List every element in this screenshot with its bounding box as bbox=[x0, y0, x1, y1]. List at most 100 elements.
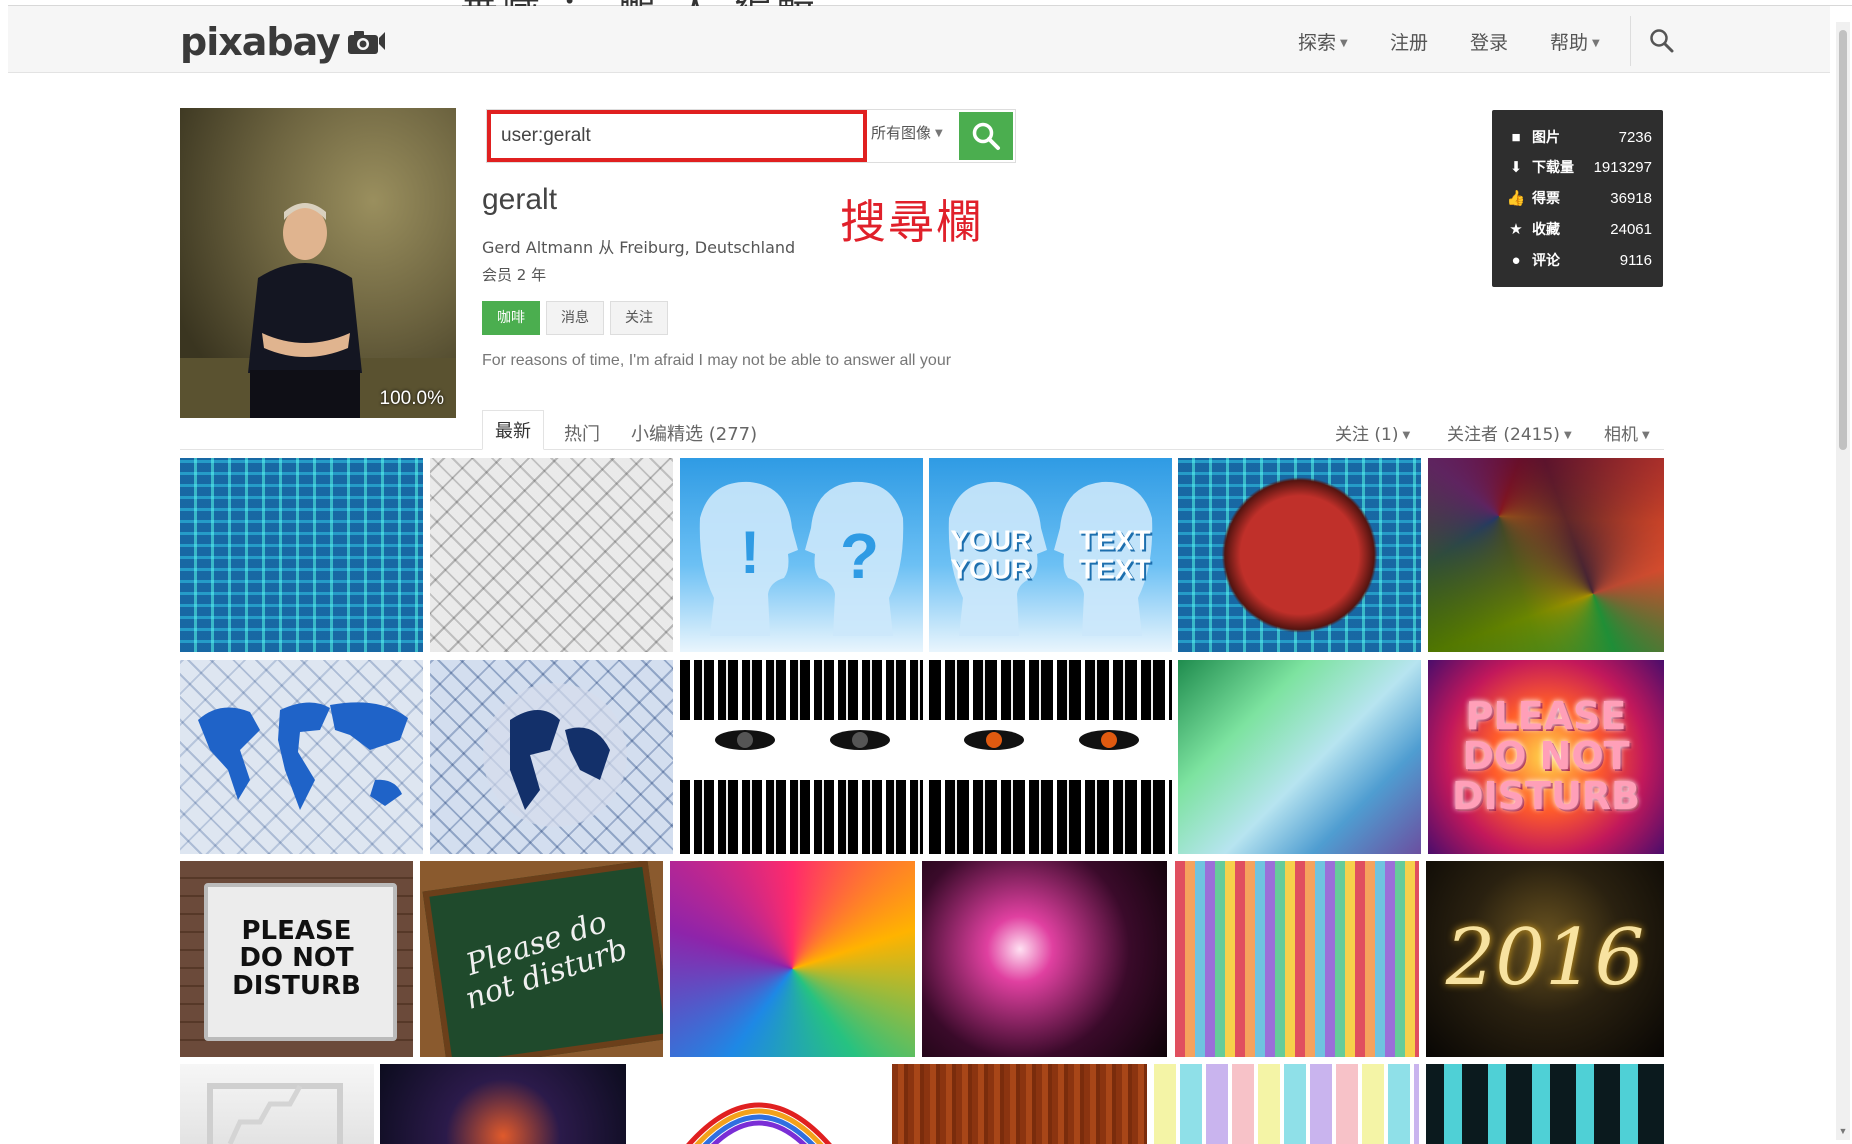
gallery-tile-rainbow-stripes[interactable] bbox=[1175, 861, 1419, 1057]
gallery-tile-pastel-stripes[interactable] bbox=[1154, 1064, 1419, 1144]
gallery-tile-eye-orange[interactable] bbox=[929, 660, 1172, 854]
stat-label: 收藏 bbox=[1532, 222, 1560, 238]
tab-camera-label: 相机 bbox=[1604, 425, 1638, 445]
tab-followers[interactable]: 关注者 (2415) ▼ bbox=[1447, 420, 1572, 445]
tab-following-label: 关注 (1) bbox=[1335, 425, 1399, 445]
scroll-down-arrow[interactable]: ▼ bbox=[1838, 1126, 1848, 1136]
chevron-down-icon: ▼ bbox=[1592, 38, 1600, 49]
eyes bbox=[929, 720, 1172, 780]
tabs-divider bbox=[180, 449, 1664, 450]
gallery-tile-please-do-not-disturb-sign[interactable]: PLEASE DO NOT DISTURB bbox=[180, 861, 413, 1057]
thumbs-up-icon: 👍 bbox=[1506, 190, 1526, 207]
chevron-down-icon: ▼ bbox=[1642, 429, 1650, 441]
world-map bbox=[198, 702, 408, 810]
membership-duration: 会员 2 年 bbox=[482, 266, 547, 284]
search-bar-annotation: 搜尋欄 bbox=[840, 195, 984, 249]
download-icon: ⬇ bbox=[1509, 159, 1523, 176]
scrollbar[interactable]: ▼ bbox=[1836, 22, 1850, 1140]
gallery-tile-eye-black-white[interactable] bbox=[680, 660, 923, 854]
gallery-tile-teal-windows[interactable] bbox=[1426, 1064, 1664, 1144]
gallery-tile-heads-exclaim-question[interactable]: ! ? bbox=[680, 458, 923, 652]
navbar: pixabay 探索 ▼ 注册 登录 帮助 ▼ bbox=[8, 6, 1830, 73]
svg-text:?: ? bbox=[840, 520, 879, 592]
stat-label: 图片 bbox=[1532, 130, 1560, 146]
gallery-tile-circuit-sphere[interactable] bbox=[1178, 458, 1421, 652]
nav-login-label: 登录 bbox=[1470, 32, 1509, 54]
stat-value: 1913297 bbox=[1593, 158, 1652, 176]
avatar[interactable]: 100.0% bbox=[180, 108, 456, 418]
search-filter-label: 所有图像 bbox=[871, 124, 932, 142]
gallery-tile-heads-your-text[interactable]: YOUR TEXT YOUR TEXT bbox=[929, 458, 1172, 652]
chevron-down-icon: ▼ bbox=[1340, 38, 1348, 49]
tile-caption: PLEASE DO NOT DISTURB bbox=[232, 916, 361, 1001]
gallery-tile-please-do-not-disturb-chalkboard[interactable]: Please do not disturb bbox=[420, 861, 663, 1057]
nav-explore-label: 探索 bbox=[1298, 32, 1337, 54]
gallery-tile-pink-fireworks[interactable] bbox=[922, 861, 1167, 1057]
chevron-down-icon: ▼ bbox=[1563, 429, 1572, 441]
follow-button[interactable]: 关注 bbox=[610, 301, 668, 335]
gallery-tile-rainbow-arch[interactable] bbox=[633, 1064, 885, 1144]
stat-label: 下载量 bbox=[1532, 160, 1574, 176]
nav-divider bbox=[1630, 16, 1631, 66]
gallery-tile-white-circuit-pattern[interactable] bbox=[430, 458, 673, 652]
tab-camera[interactable]: 相机 ▼ bbox=[1604, 420, 1650, 445]
stat-comments: ● 评论 9116 bbox=[1506, 247, 1652, 273]
svg-text:!: ! bbox=[740, 519, 760, 586]
gallery-tile-green-light-waves[interactable] bbox=[1178, 660, 1421, 854]
stairs-shape bbox=[207, 1083, 343, 1144]
logo-text: pixabay bbox=[180, 20, 341, 64]
stat-favorites: ★ 收藏 24061 bbox=[1506, 216, 1652, 242]
nav-login[interactable]: 登录 bbox=[1470, 28, 1508, 55]
username[interactable]: geralt bbox=[482, 183, 557, 217]
tab-popular[interactable]: 热门 bbox=[564, 420, 600, 446]
coffee-button[interactable]: 咖啡 bbox=[482, 301, 540, 335]
search-icon bbox=[972, 122, 1000, 150]
gallery-tile-feather-fireworks[interactable] bbox=[670, 861, 915, 1057]
pixabay-logo[interactable]: pixabay bbox=[180, 20, 386, 64]
search-button[interactable] bbox=[959, 112, 1013, 160]
gallery-tile-world-map-blue[interactable] bbox=[180, 660, 423, 854]
search-filter-dropdown[interactable]: 所有图像 ▼ bbox=[871, 122, 943, 143]
tab-following[interactable]: 关注 (1) ▼ bbox=[1335, 420, 1410, 445]
user-info: Gerd Altmann 从 Freiburg, Deutschland bbox=[482, 238, 796, 257]
tab-latest[interactable]: 最新 bbox=[482, 410, 544, 450]
rainbow-arch-shape bbox=[686, 1102, 832, 1144]
tile-caption: YOUR TEXT YOUR TEXT bbox=[950, 524, 1151, 585]
gallery-tile-white-stairs[interactable] bbox=[180, 1064, 374, 1144]
stat-downloads: ⬇ 下载量 1913297 bbox=[1506, 154, 1652, 180]
camera-icon bbox=[347, 31, 385, 54]
gallery-tile-wood-texture[interactable] bbox=[892, 1064, 1147, 1144]
user-bio: For reasons of time, I'm afraid I may no… bbox=[482, 352, 952, 369]
nav-explore[interactable]: 探索 ▼ bbox=[1298, 28, 1348, 55]
gallery-tile-gold-2016-fireworks[interactable]: 2016 bbox=[1426, 861, 1664, 1057]
stat-images: ■ 图片 7236 bbox=[1506, 124, 1652, 150]
gallery-tile-fireworks-rainbow[interactable] bbox=[380, 1064, 626, 1144]
image-icon: ■ bbox=[1511, 128, 1521, 146]
nav-help-label: 帮助 bbox=[1550, 32, 1589, 54]
stat-value: 24061 bbox=[1610, 220, 1652, 238]
gallery-tile-colorful-mosaic[interactable] bbox=[1428, 458, 1664, 652]
search-icon[interactable] bbox=[1649, 28, 1675, 54]
chevron-down-icon: ▼ bbox=[935, 128, 943, 139]
profile-actions: 咖啡 消息 关注 bbox=[482, 301, 668, 335]
eyes bbox=[680, 720, 923, 780]
stat-value: 9116 bbox=[1619, 251, 1652, 269]
gallery-tile-please-do-not-disturb-neon[interactable]: PLEASE DO NOT DISTURB bbox=[1428, 660, 1664, 854]
chevron-down-icon: ▼ bbox=[1402, 429, 1411, 441]
stat-value: 36918 bbox=[1610, 189, 1652, 207]
nav-register[interactable]: 注册 bbox=[1390, 28, 1428, 55]
stats-panel: ■ 图片 7236 ⬇ 下载量 1913297 👍 得票 36918 ★ 收藏 … bbox=[1492, 110, 1663, 287]
search-input[interactable] bbox=[487, 110, 867, 162]
nav-help[interactable]: 帮助 ▼ bbox=[1550, 28, 1600, 55]
tile-caption: PLEASE DO NOT DISTURB bbox=[1451, 694, 1641, 818]
stat-label: 得票 bbox=[1532, 191, 1560, 207]
tab-editors-choice[interactable]: 小编精选 (277) bbox=[631, 420, 757, 446]
stat-value: 7236 bbox=[1618, 128, 1652, 146]
avatar-zoom-label: 100.0% bbox=[379, 388, 444, 409]
message-button[interactable]: 消息 bbox=[546, 301, 604, 335]
stat-label: 评论 bbox=[1532, 253, 1560, 269]
scrollbar-thumb[interactable] bbox=[1839, 30, 1847, 450]
gallery-tile-circuit-board-blue[interactable] bbox=[180, 458, 423, 652]
avatar-portrait bbox=[180, 108, 456, 418]
gallery-tile-globe-circuit[interactable] bbox=[430, 660, 673, 854]
